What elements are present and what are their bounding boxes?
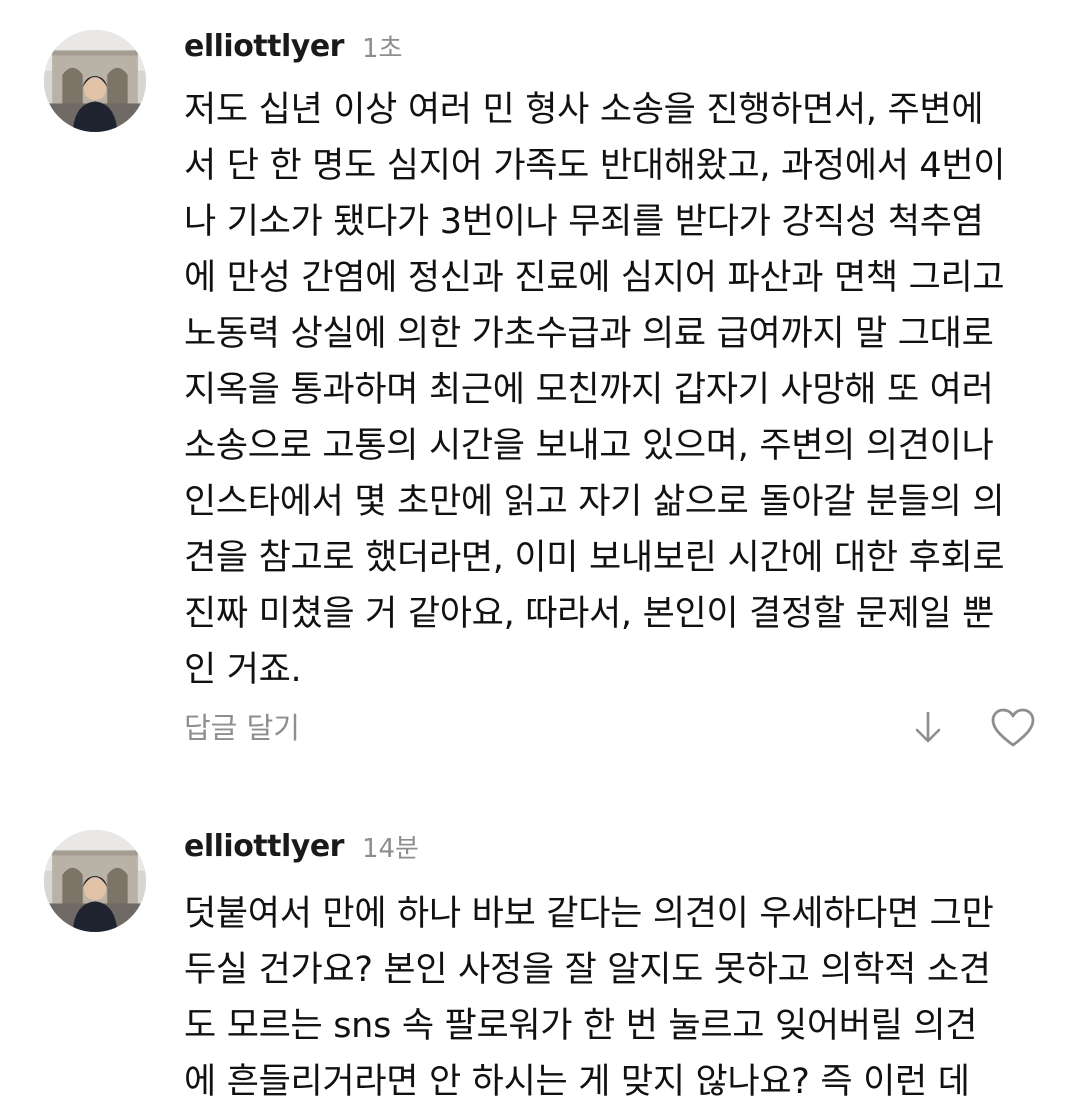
comment-text: 덧붙여서 만에 하나 바보 같다는 의견이 우세하다면 그만 두실 건가요? 본… [184, 894, 994, 1102]
arrow-down-icon[interactable] [912, 710, 944, 746]
username[interactable]: elliottlyer [184, 29, 344, 64]
comment-meta: elliottlyer 14분 [184, 824, 419, 868]
comment-actions: 답글 달기 [184, 706, 1044, 750]
username[interactable]: elliottlyer [184, 829, 344, 864]
avatar[interactable] [44, 30, 146, 132]
timestamp: 1초 [361, 33, 403, 64]
timestamp: 14분 [361, 833, 419, 864]
avatar-photo [44, 30, 146, 132]
avatar[interactable] [44, 830, 146, 932]
reply-button[interactable]: 답글 달기 [184, 706, 300, 750]
heart-icon[interactable] [990, 708, 1036, 748]
avatar-photo [44, 830, 146, 932]
comment-text: 저도 십년 이상 여러 민 형사 소송을 진행하면서, 주변에 서 단 한 명도… [184, 90, 1006, 690]
comment-meta: elliottlyer 1초 [184, 24, 402, 68]
